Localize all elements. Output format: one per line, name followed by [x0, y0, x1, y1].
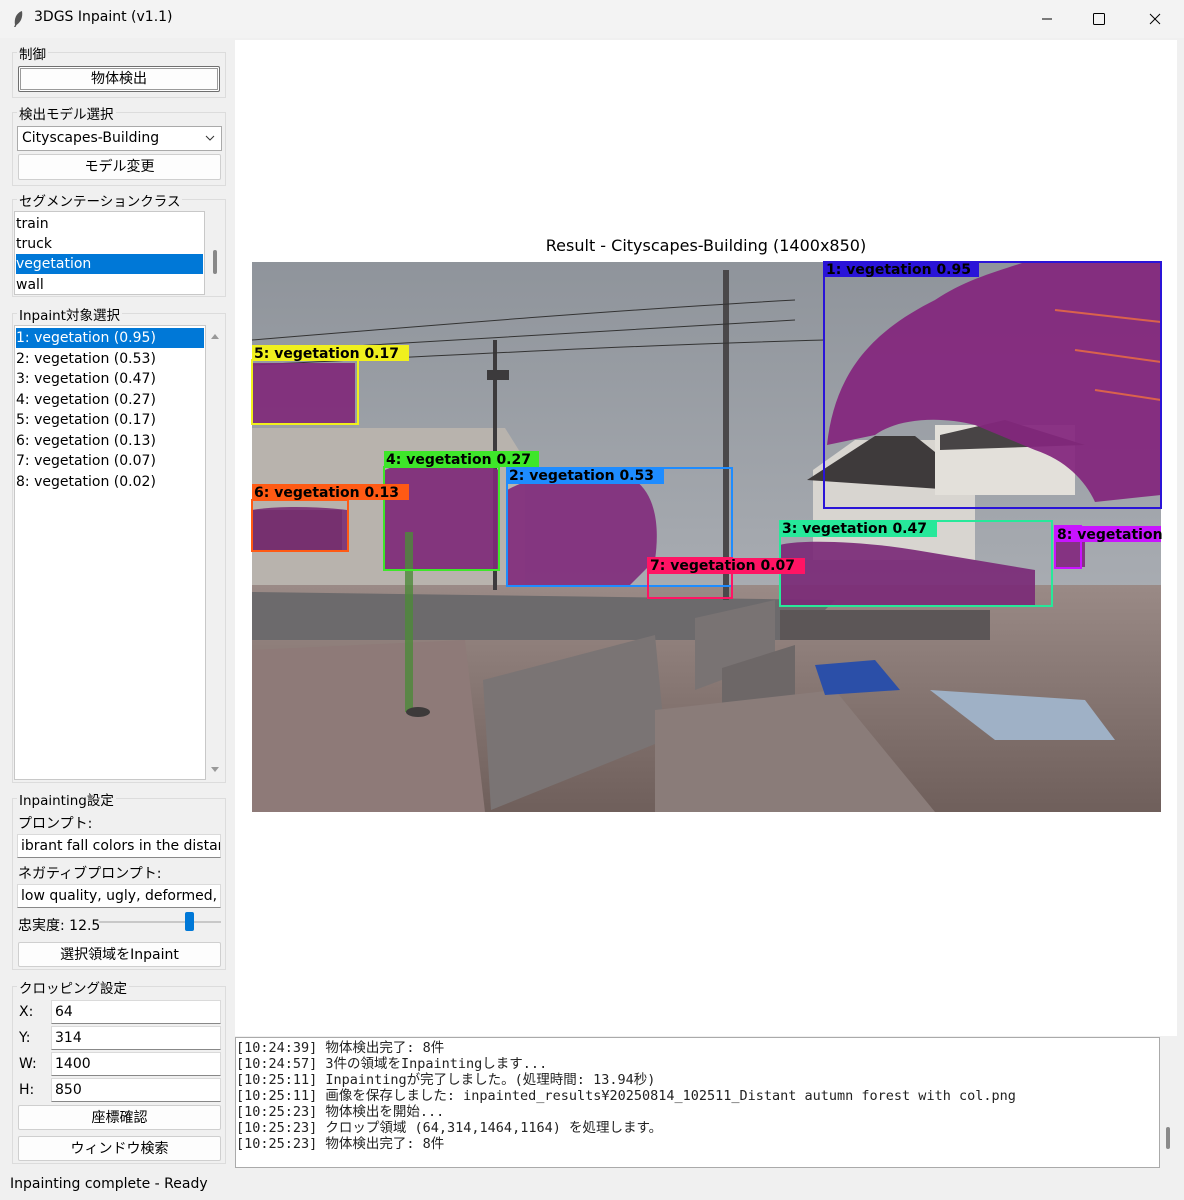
crop-y-input[interactable]: 314 — [51, 1026, 221, 1050]
list-item[interactable]: 5: vegetation (0.17) — [16, 410, 204, 430]
scroll-down-icon[interactable] — [210, 766, 220, 774]
guidance-label: 忠実度: 12.5 — [18, 918, 101, 934]
detection-label: 7: vegetation 0.07 — [650, 558, 795, 574]
negative-prompt-label: ネガティブプロンプト: — [18, 866, 162, 882]
result-plot-area: Result - Cityscapes-Building (1400x850) — [235, 40, 1177, 1036]
prompt-input[interactable]: ibrant fall colors in the distance — [17, 834, 221, 858]
maximize-icon — [1093, 13, 1105, 25]
log-line: [10:25:23] クロップ領域 (64,314,1464,1164) を処理… — [236, 1120, 663, 1136]
close-button[interactable] — [1132, 0, 1178, 38]
scroll-up-icon[interactable] — [210, 332, 220, 340]
log-scrollbar-thumb[interactable] — [1166, 1127, 1170, 1149]
list-item[interactable]: 1: vegetation (0.95) — [16, 328, 204, 348]
list-item[interactable]: truck — [16, 234, 203, 254]
guidance-slider-track[interactable] — [99, 921, 221, 923]
result-image — [251, 262, 1162, 812]
minimize-icon — [1042, 18, 1052, 20]
crop-h-input[interactable]: 850 — [51, 1078, 221, 1102]
model-change-button[interactable]: モデル変更 — [18, 154, 221, 180]
log-line: [10:24:39] 物体検出完了: 8件 — [236, 1040, 445, 1056]
status-bar-text: Inpainting complete - Ready — [10, 1176, 208, 1192]
inpaint-selected-button[interactable]: 選択領域をInpaint — [18, 942, 221, 967]
confirm-coordinates-button[interactable]: 座標確認 — [18, 1105, 221, 1130]
crop-y-label: Y: — [19, 1030, 31, 1046]
negative-prompt-input[interactable]: low quality, ugly, deformed, text — [17, 884, 221, 908]
control-group-label: 制御 — [17, 43, 48, 63]
list-item[interactable]: 8: vegetation (0.02) — [16, 472, 204, 492]
log-line: [10:24:57] 3件の領域をInpaintingします... — [236, 1056, 548, 1072]
detection-label: 5: vegetation 0.17 — [254, 346, 399, 362]
window-title: 3DGS Inpaint (v1.1) — [34, 9, 173, 25]
log-line: [10:25:11] 画像を保存しました: inpainted_results¥… — [236, 1088, 1016, 1104]
title-bar: 3DGS Inpaint (v1.1) — [0, 0, 1184, 38]
inpainting-group-label: Inpainting設定 — [17, 789, 116, 809]
feather-icon — [14, 11, 23, 27]
crop-x-label: X: — [19, 1004, 34, 1020]
result-title: Result - Cityscapes-Building (1400x850) — [546, 236, 866, 255]
detection-label: 3: vegetation 0.47 — [782, 521, 927, 537]
list-item[interactable]: train — [16, 214, 203, 234]
detection-label: 2: vegetation 0.53 — [509, 468, 654, 484]
prompt-label: プロンプト: — [18, 816, 93, 832]
close-icon — [1149, 13, 1161, 25]
guidance-slider-thumb[interactable] — [185, 912, 195, 931]
list-item[interactable]: 6: vegetation (0.13) — [16, 431, 204, 451]
model-select[interactable]: Cityscapes-Building — [17, 126, 222, 151]
list-item[interactable]: 7: vegetation (0.07) — [16, 451, 204, 471]
chevron-down-icon — [205, 135, 215, 141]
window-search-button[interactable]: ウィンドウ検索 — [18, 1136, 221, 1161]
detection-label: 1: vegetation 0.95 — [826, 262, 971, 278]
log-output[interactable]: [10:24:39] 物体検出完了: 8件 [10:24:57] 3件の領域をI… — [235, 1037, 1160, 1168]
detection-label: 4: vegetation 0.27 — [386, 452, 531, 468]
crop-w-label: W: — [19, 1056, 37, 1072]
log-line: [10:25:11] Inpaintingが完了しました。(処理時間: 13.9… — [236, 1072, 656, 1088]
cropping-group-label: クロッピング設定 — [17, 977, 129, 997]
detection-label: 8: vegetation — [1057, 527, 1163, 543]
crop-w-input[interactable]: 1400 — [51, 1052, 221, 1076]
inpaint-target-list[interactable]: 1: vegetation (0.95) 2: vegetation (0.53… — [14, 325, 206, 780]
segmentation-class-list[interactable]: train truck vegetation wall — [14, 211, 205, 295]
maximize-button[interactable] — [1076, 0, 1122, 38]
detection-label: 6: vegetation 0.13 — [254, 485, 399, 501]
list-item[interactable]: vegetation — [16, 254, 203, 274]
model-group-label: 検出モデル選択 — [17, 103, 116, 123]
crop-x-input[interactable]: 64 — [51, 1000, 221, 1024]
result-figure: Result - Cityscapes-Building (1400x850) — [251, 236, 1163, 812]
list-item[interactable]: wall — [16, 275, 203, 294]
list-item[interactable]: 2: vegetation (0.53) — [16, 349, 204, 369]
model-select-value: Cityscapes-Building — [22, 130, 160, 146]
log-line: [10:25:23] 物体検出を開始... — [236, 1104, 445, 1120]
minimize-button[interactable] — [1024, 0, 1070, 38]
list-item[interactable]: 3: vegetation (0.47) — [16, 369, 204, 389]
detect-objects-button[interactable]: 物体検出 — [18, 66, 220, 92]
crop-h-label: H: — [19, 1082, 35, 1098]
log-line: [10:25:23] 物体検出完了: 8件 — [236, 1136, 445, 1152]
targets-group-label: Inpaint対象選択 — [17, 304, 122, 324]
list-item[interactable]: 4: vegetation (0.27) — [16, 390, 204, 410]
segmentation-scrollbar-thumb[interactable] — [213, 250, 217, 274]
segmentation-group-label: セグメンテーションクラス — [17, 190, 183, 210]
